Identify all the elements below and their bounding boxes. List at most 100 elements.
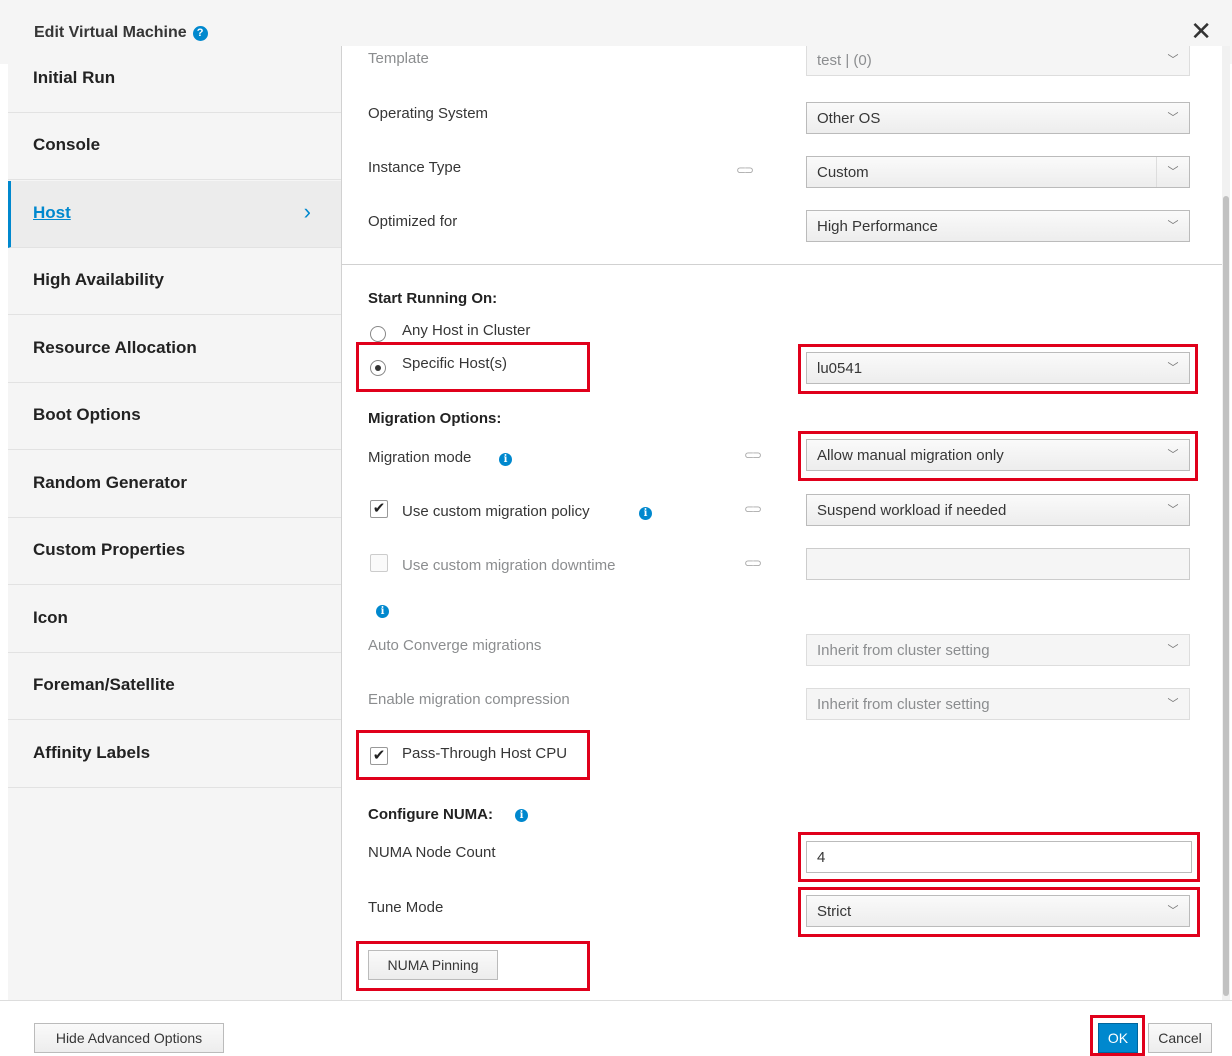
chevron-down-icon: ﹀ bbox=[1167, 112, 1179, 124]
numa-node-count-label: NUMA Node Count bbox=[368, 844, 496, 861]
info-icon[interactable]: i bbox=[639, 507, 652, 520]
link-icon: ⊂⊃ bbox=[744, 556, 762, 570]
sidebar-item-foreman-satellite[interactable]: Foreman/Satellite bbox=[8, 653, 341, 720]
sidebar-item-custom-properties[interactable]: Custom Properties bbox=[8, 518, 341, 585]
sidebar: Initial Run Console Host › High Availabil… bbox=[8, 46, 342, 1000]
instance-type-value: Custom bbox=[817, 164, 869, 181]
migration-mode-value: Allow manual migration only bbox=[817, 447, 1004, 464]
close-icon[interactable]: ✕ bbox=[1190, 18, 1212, 44]
chevron-down-icon: ﹀ bbox=[1167, 905, 1179, 917]
link-icon: ⊂⊃ bbox=[736, 163, 754, 177]
optimized-for-label: Optimized for bbox=[368, 213, 458, 230]
scrollbar[interactable] bbox=[1222, 46, 1230, 1000]
numa-node-count-value: 4 bbox=[817, 849, 826, 866]
chevron-down-icon: ﹀ bbox=[1167, 220, 1179, 232]
template-value: test | (0) bbox=[817, 52, 872, 69]
custom-downtime-input[interactable] bbox=[806, 548, 1190, 580]
tune-mode-label: Tune Mode bbox=[368, 899, 444, 916]
sidebar-item-label: Host bbox=[33, 203, 71, 222]
dialog-footer: Hide Advanced Options OK Cancel bbox=[0, 1000, 1232, 1056]
compression-select[interactable]: Inherit from cluster setting ﹀ bbox=[806, 688, 1190, 720]
info-icon[interactable]: i bbox=[499, 453, 512, 466]
optimized-for-value: High Performance bbox=[817, 218, 938, 235]
auto-converge-label: Auto Converge migrations bbox=[368, 637, 542, 654]
sidebar-item-resource-allocation[interactable]: Resource Allocation bbox=[8, 316, 341, 383]
chevron-right-icon: › bbox=[303, 199, 311, 224]
numa-title: Configure NUMA: bbox=[368, 806, 493, 823]
specific-host-value: lu0541 bbox=[817, 360, 863, 377]
os-select[interactable]: Other OS ﹀ bbox=[806, 102, 1190, 134]
passthrough-cpu-label: Pass-Through Host CPU bbox=[402, 745, 568, 762]
hide-advanced-options-button[interactable]: Hide Advanced Options bbox=[34, 1023, 224, 1053]
numa-pinning-button[interactable]: NUMA Pinning bbox=[368, 950, 498, 980]
host-settings-panel: Template test | (0) ﹀ Operating System Ot… bbox=[342, 46, 1222, 1000]
info-icon[interactable]: i bbox=[376, 605, 389, 618]
sidebar-item-label: Console bbox=[33, 135, 101, 154]
tune-mode-value: Strict bbox=[817, 903, 852, 920]
specific-host-select[interactable]: lu0541 ﹀ bbox=[806, 352, 1190, 384]
auto-converge-select[interactable]: Inherit from cluster setting ﹀ bbox=[806, 634, 1190, 666]
any-host-radio[interactable] bbox=[370, 326, 386, 342]
template-label: Template bbox=[368, 50, 429, 67]
auto-converge-value: Inherit from cluster setting bbox=[817, 642, 990, 659]
section-divider bbox=[342, 264, 1222, 265]
instance-type-label: Instance Type bbox=[368, 159, 462, 176]
os-value: Other OS bbox=[817, 110, 881, 127]
cancel-button[interactable]: Cancel bbox=[1148, 1023, 1212, 1053]
start-running-on-title: Start Running On: bbox=[368, 290, 498, 307]
template-select[interactable]: test | (0) ﹀ bbox=[806, 46, 1190, 76]
info-icon[interactable]: i bbox=[515, 809, 528, 822]
chevron-down-icon: ﹀ bbox=[1167, 504, 1179, 516]
sidebar-item-label: Custom Properties bbox=[33, 540, 186, 559]
tune-mode-select[interactable]: Strict ﹀ bbox=[806, 895, 1190, 927]
sidebar-item-affinity-labels[interactable]: Affinity Labels bbox=[8, 721, 341, 788]
sidebar-item-initial-run[interactable]: Initial Run bbox=[8, 46, 341, 113]
optimized-for-select[interactable]: High Performance ﹀ bbox=[806, 210, 1190, 242]
sidebar-item-host[interactable]: Host › bbox=[8, 181, 341, 248]
custom-policy-select[interactable]: Suspend workload if needed ﹀ bbox=[806, 494, 1190, 526]
sidebar-item-label: Affinity Labels bbox=[33, 743, 151, 762]
chevron-down-icon: ﹀ bbox=[1156, 157, 1189, 187]
help-icon[interactable]: ? bbox=[192, 26, 208, 41]
sidebar-item-label: Foreman/Satellite bbox=[33, 675, 175, 694]
instance-type-select[interactable]: Custom ﹀ bbox=[806, 156, 1190, 188]
any-host-label: Any Host in Cluster bbox=[402, 322, 531, 339]
sidebar-item-boot-options[interactable]: Boot Options bbox=[8, 383, 341, 450]
sidebar-item-high-availability[interactable]: High Availability bbox=[8, 248, 341, 315]
sidebar-item-label: Boot Options bbox=[33, 405, 141, 424]
custom-policy-checkbox[interactable]: ✔ bbox=[370, 500, 388, 518]
numa-node-count-input[interactable]: 4 bbox=[806, 841, 1192, 873]
link-icon: ⊂⊃ bbox=[744, 502, 762, 516]
chevron-down-icon: ﹀ bbox=[1167, 698, 1179, 710]
sidebar-item-label: High Availability bbox=[33, 270, 164, 289]
custom-policy-value: Suspend workload if needed bbox=[817, 502, 1007, 519]
os-label: Operating System bbox=[368, 105, 489, 122]
migration-mode-label: Migration mode bbox=[368, 449, 472, 466]
chevron-down-icon: ﹀ bbox=[1167, 449, 1179, 461]
sidebar-item-label: Random Generator bbox=[33, 473, 187, 492]
migration-mode-select[interactable]: Allow manual migration only ﹀ bbox=[806, 439, 1190, 471]
chevron-down-icon: ﹀ bbox=[1167, 362, 1179, 374]
custom-downtime-checkbox[interactable] bbox=[370, 554, 388, 572]
chevron-down-icon: ﹀ bbox=[1167, 644, 1179, 656]
sidebar-item-random-generator[interactable]: Random Generator bbox=[8, 451, 341, 518]
sidebar-item-label: Icon bbox=[33, 608, 68, 627]
link-icon: ⊂⊃ bbox=[744, 448, 762, 462]
ok-button[interactable]: OK bbox=[1098, 1023, 1138, 1053]
chevron-down-icon: ﹀ bbox=[1167, 54, 1179, 66]
specific-host-label: Specific Host(s) bbox=[402, 355, 508, 372]
custom-downtime-label: Use custom migration downtime bbox=[402, 557, 616, 574]
sidebar-item-label: Resource Allocation bbox=[33, 338, 197, 357]
migration-options-title: Migration Options: bbox=[368, 410, 502, 427]
dialog-title-text: Edit Virtual Machine bbox=[34, 24, 187, 41]
sidebar-item-console[interactable]: Console bbox=[8, 113, 341, 180]
compression-value: Inherit from cluster setting bbox=[817, 696, 990, 713]
passthrough-cpu-checkbox[interactable]: ✔ bbox=[370, 747, 388, 765]
compression-label: Enable migration compression bbox=[368, 691, 570, 708]
sidebar-item-icon[interactable]: Icon bbox=[8, 586, 341, 653]
specific-host-radio[interactable] bbox=[370, 360, 386, 376]
custom-policy-label: Use custom migration policy bbox=[402, 503, 590, 520]
dialog-title: Edit Virtual Machine? bbox=[34, 24, 208, 42]
scrollbar-thumb[interactable] bbox=[1223, 196, 1229, 996]
sidebar-item-label: Initial Run bbox=[33, 68, 116, 87]
